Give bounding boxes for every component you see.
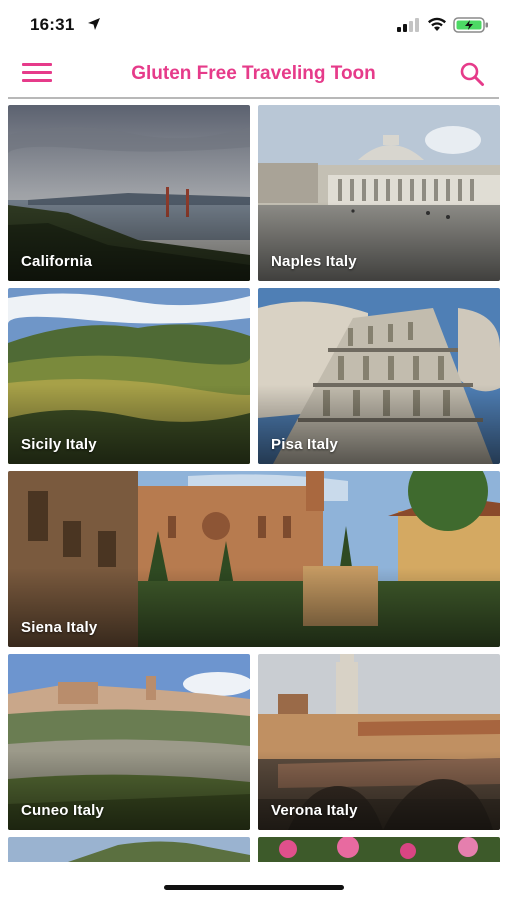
- app-title: Gluten Free Traveling Toon: [131, 63, 376, 84]
- tile-label: Siena Italy: [21, 619, 98, 636]
- status-time: 16:31: [30, 15, 75, 34]
- app-header: Gluten Free Traveling Toon: [0, 50, 507, 98]
- destination-tile-siena-italy[interactable]: Siena Italy: [8, 471, 500, 647]
- tile-label: Verona Italy: [271, 802, 358, 819]
- partial-photo-hills: [8, 837, 250, 862]
- home-indicator[interactable]: [164, 885, 344, 890]
- status-bar: 16:31: [0, 0, 507, 50]
- tile-label: Cuneo Italy: [21, 802, 105, 819]
- destination-tile-pisa-italy[interactable]: Pisa Italy: [258, 288, 500, 464]
- battery-charging-icon: [453, 17, 488, 33]
- partial-photo-flowers: [258, 837, 500, 862]
- location-arrow-icon: [88, 18, 100, 30]
- destination-tile-naples-italy[interactable]: Naples Italy: [258, 105, 500, 281]
- tile-label: Pisa Italy: [271, 436, 339, 453]
- destination-tile-partial-right[interactable]: [258, 837, 500, 862]
- tile-label: California: [21, 253, 93, 270]
- tile-label: Sicily Italy: [21, 436, 97, 453]
- destination-tile-california[interactable]: California: [8, 105, 250, 281]
- destination-tile-partial-left[interactable]: [8, 837, 250, 862]
- destination-tile-verona-italy[interactable]: Verona Italy: [258, 654, 500, 830]
- destination-tile-cuneo-italy[interactable]: Cuneo Italy: [8, 654, 250, 830]
- signal-icon: [397, 18, 419, 32]
- tile-label: Naples Italy: [271, 253, 357, 270]
- wifi-icon: [428, 17, 446, 31]
- destination-tile-sicily-italy[interactable]: Sicily Italy: [8, 288, 250, 464]
- search-icon[interactable]: [459, 61, 485, 87]
- header-divider: [8, 97, 499, 99]
